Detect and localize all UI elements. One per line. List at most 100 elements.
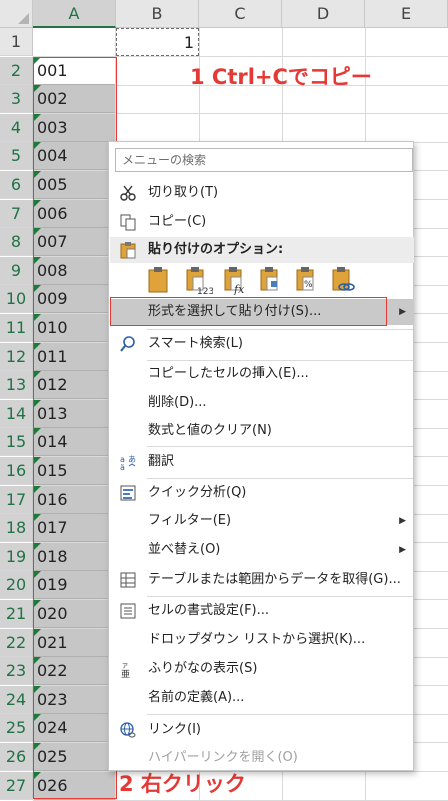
row-header-3[interactable]: 3 [0, 85, 33, 113]
row-header-22[interactable]: 22 [0, 629, 33, 657]
paste-percent-icon[interactable]: % [295, 265, 319, 295]
row-header-13[interactable]: 13 [0, 371, 33, 399]
column-header-e[interactable]: E [365, 0, 448, 28]
row-header-18[interactable]: 18 [0, 514, 33, 542]
column-header-b[interactable]: B [116, 0, 199, 28]
row-header-14[interactable]: 14 [0, 400, 33, 428]
row-header-23[interactable]: 23 [0, 657, 33, 685]
column-header-c[interactable]: C [199, 0, 282, 28]
clipboard-icon [119, 241, 137, 259]
row-header-19[interactable]: 19 [0, 543, 33, 571]
menu-item-dropdown-pick[interactable]: ドロップダウン リストから選択(K)... [110, 627, 414, 653]
paste-formatting-icon[interactable] [259, 265, 283, 295]
row-header-21[interactable]: 21 [0, 600, 33, 628]
annotation-step1: 1 Ctrl+Cでコピー [190, 65, 372, 89]
translate-icon: aあä [119, 453, 137, 472]
menu-item-label: 貼り付けのオプション: [148, 242, 284, 257]
copy-icon [119, 213, 137, 231]
menu-item-label: リンク(I) [148, 722, 201, 737]
svg-text:亜: 亜 [121, 669, 130, 678]
menu-item-label: スマート検索(L) [148, 336, 243, 351]
cell-b1[interactable]: 1 [116, 28, 199, 56]
menu-item-label: 並べ替え(O) [148, 542, 221, 557]
row-header-7[interactable]: 7 [0, 200, 33, 228]
svg-text:%: % [304, 280, 313, 290]
menu-item-translate[interactable]: aあä 翻訳 [110, 449, 414, 475]
row-header-6[interactable]: 6 [0, 171, 33, 199]
annotation-step2: 2 右クリック [119, 772, 246, 796]
link-globe-icon [119, 721, 137, 739]
submenu-arrow-icon: ▶ [399, 516, 406, 526]
svg-text:あ: あ [128, 455, 136, 464]
menu-item-label: 削除(D)... [148, 395, 207, 410]
row-header-1[interactable]: 1 [0, 28, 33, 56]
paste-values-icon[interactable]: 123 [185, 265, 214, 297]
submenu-arrow-icon: ▶ [399, 307, 406, 317]
menu-item-label: ふりがなの表示(S) [148, 661, 258, 676]
menu-item-clear-contents[interactable]: 数式と値のクリア(N) [110, 418, 414, 444]
paste-special-annotation-box [110, 297, 387, 326]
search-icon [119, 335, 137, 353]
column-header-d[interactable]: D [282, 0, 365, 28]
menu-item-smart-lookup[interactable]: スマート検索(L) [110, 331, 414, 357]
row-header-24[interactable]: 24 [0, 686, 33, 714]
menu-item-label: 数式と値のクリア(N) [148, 423, 272, 438]
row-header-27[interactable]: 27 [0, 772, 33, 800]
row-header-25[interactable]: 25 [0, 714, 33, 742]
menu-item-label: 翻訳 [148, 454, 175, 469]
row-header-8[interactable]: 8 [0, 228, 33, 256]
menu-item-open-hyperlink: ハイパーリンクを開く(O) [110, 745, 414, 771]
menu-item-format-cells[interactable]: セルの書式設定(F)... [110, 598, 414, 624]
row-header-5[interactable]: 5 [0, 142, 33, 170]
menu-search-input[interactable]: メニューの検索 [115, 148, 413, 172]
row-header-10[interactable]: 10 [0, 285, 33, 313]
menu-item-label: 名前の定義(A)... [148, 690, 245, 705]
menu-item-cut[interactable]: 切り取り(T) [110, 180, 414, 206]
paste-link-icon[interactable] [331, 265, 355, 295]
row-header-17[interactable]: 17 [0, 486, 33, 514]
selection-annotation-box [33, 57, 117, 799]
menu-item-label: テーブルまたは範囲からデータを取得(G)... [148, 572, 401, 587]
menu-item-get-data-from-table[interactable]: テーブルまたは範囲からデータを取得(G)... [110, 567, 414, 593]
paste-options-icons: 123 fx % [147, 265, 407, 299]
menu-item-label: フィルター(E) [148, 513, 232, 528]
menu-item-define-name[interactable]: 名前の定義(A)... [110, 685, 414, 711]
row-header-26[interactable]: 26 [0, 743, 33, 771]
menu-item-label: クイック分析(Q) [148, 485, 247, 500]
menu-item-delete[interactable]: 削除(D)... [110, 390, 414, 416]
row-header-2[interactable]: 2 [0, 57, 33, 85]
menu-item-quick-analysis[interactable]: クイック分析(Q) [110, 480, 414, 506]
menu-item-label: コピーしたセルの挿入(E)... [148, 366, 309, 381]
menu-item-copy[interactable]: コピー(C) [110, 209, 414, 235]
phonetic-icon: ア亜 [119, 660, 137, 680]
row-header-4[interactable]: 4 [0, 114, 33, 142]
menu-item-sort[interactable]: 並べ替え(O) ▶ [110, 537, 414, 563]
paste-icon[interactable] [147, 265, 171, 295]
row-header-9[interactable]: 9 [0, 257, 33, 285]
menu-item-insert-copied-cells[interactable]: コピーしたセルの挿入(E)... [110, 361, 414, 387]
menu-item-label: ハイパーリンクを開く(O) [148, 750, 298, 765]
row-header-20[interactable]: 20 [0, 571, 33, 599]
svg-text:ア: ア [122, 663, 128, 670]
menu-item-label: ドロップダウン リストから選択(K)... [148, 632, 366, 647]
row-header-12[interactable]: 12 [0, 343, 33, 371]
menu-item-show-phonetic[interactable]: ア亜 ふりがなの表示(S) [110, 656, 414, 682]
submenu-arrow-icon: ▶ [399, 545, 406, 555]
context-menu: メニューの検索 切り取り(T) コピー(C) 貼り付けのオプション: 123 f… [108, 141, 414, 771]
menu-item-label: コピー(C) [148, 214, 207, 229]
menu-item-link[interactable]: リンク(I) [110, 717, 414, 743]
svg-text:fx: fx [233, 283, 245, 295]
menu-paste-options-header: 貼り付けのオプション: [110, 237, 414, 263]
row-header-15[interactable]: 15 [0, 428, 33, 456]
menu-item-label: 切り取り(T) [148, 185, 219, 200]
menu-item-label: セルの書式設定(F)... [148, 603, 270, 618]
quick-analysis-icon [119, 484, 137, 502]
format-cells-icon [119, 602, 137, 620]
menu-item-filter[interactable]: フィルター(E) ▶ [110, 508, 414, 534]
svg-text:ä: ä [120, 463, 125, 471]
row-header-11[interactable]: 11 [0, 314, 33, 342]
column-header-a[interactable]: A [33, 0, 116, 28]
row-header-16[interactable]: 16 [0, 457, 33, 485]
paste-formulas-icon[interactable]: fx [223, 265, 247, 296]
select-all-corner[interactable] [0, 0, 33, 28]
